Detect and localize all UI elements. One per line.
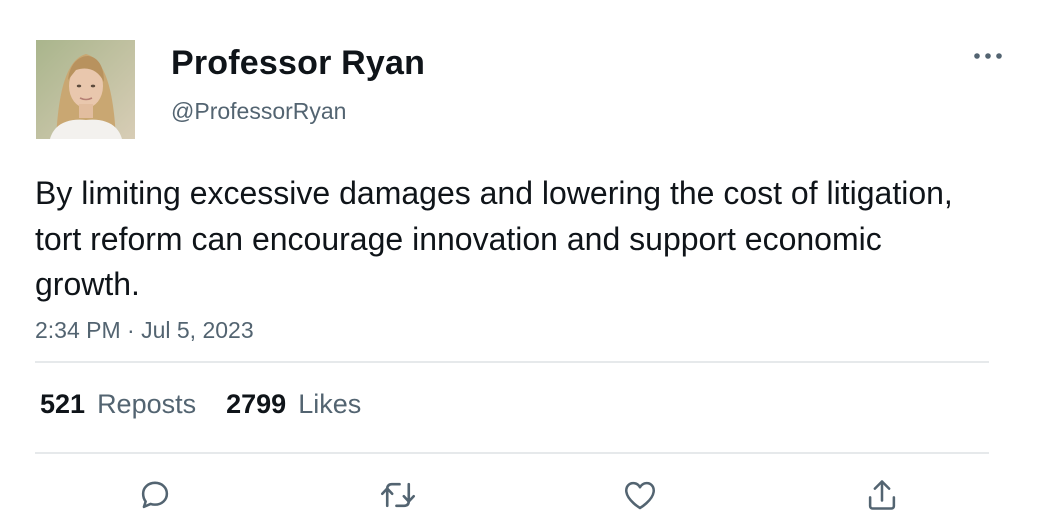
display-name[interactable]: Professor Ryan: [171, 43, 425, 83]
more-dots-icon: [974, 53, 1002, 59]
heart-icon: [625, 481, 655, 510]
action-bar: [0, 474, 1050, 516]
engagement-stats: 521 Reposts 2799 Likes: [40, 388, 391, 420]
likes-label: Likes: [298, 389, 362, 419]
divider: [35, 361, 989, 363]
reply-icon: [141, 481, 169, 509]
divider: [35, 452, 989, 454]
share-icon: [868, 480, 896, 510]
share-button[interactable]: [860, 474, 904, 516]
more-options-button[interactable]: [970, 42, 1006, 70]
likes-stat[interactable]: 2799 Likes: [226, 388, 361, 420]
reposts-count: 521: [40, 389, 86, 419]
reposts-stat[interactable]: 521 Reposts: [40, 388, 196, 420]
profile-photo: [36, 40, 135, 139]
avatar[interactable]: [36, 40, 135, 139]
likes-count: 2799: [226, 389, 287, 419]
like-button[interactable]: [618, 474, 662, 516]
reply-button[interactable]: [133, 474, 177, 516]
reposts-label: Reposts: [97, 389, 197, 419]
tweet-text: By limiting excessive damages and loweri…: [35, 175, 953, 302]
repost-icon: [381, 482, 415, 508]
tweet-timestamp[interactable]: 2:34 PM · Jul 5, 2023: [35, 316, 254, 344]
user-handle[interactable]: @ProfessorRyan: [171, 97, 346, 125]
repost-button[interactable]: [376, 474, 420, 516]
